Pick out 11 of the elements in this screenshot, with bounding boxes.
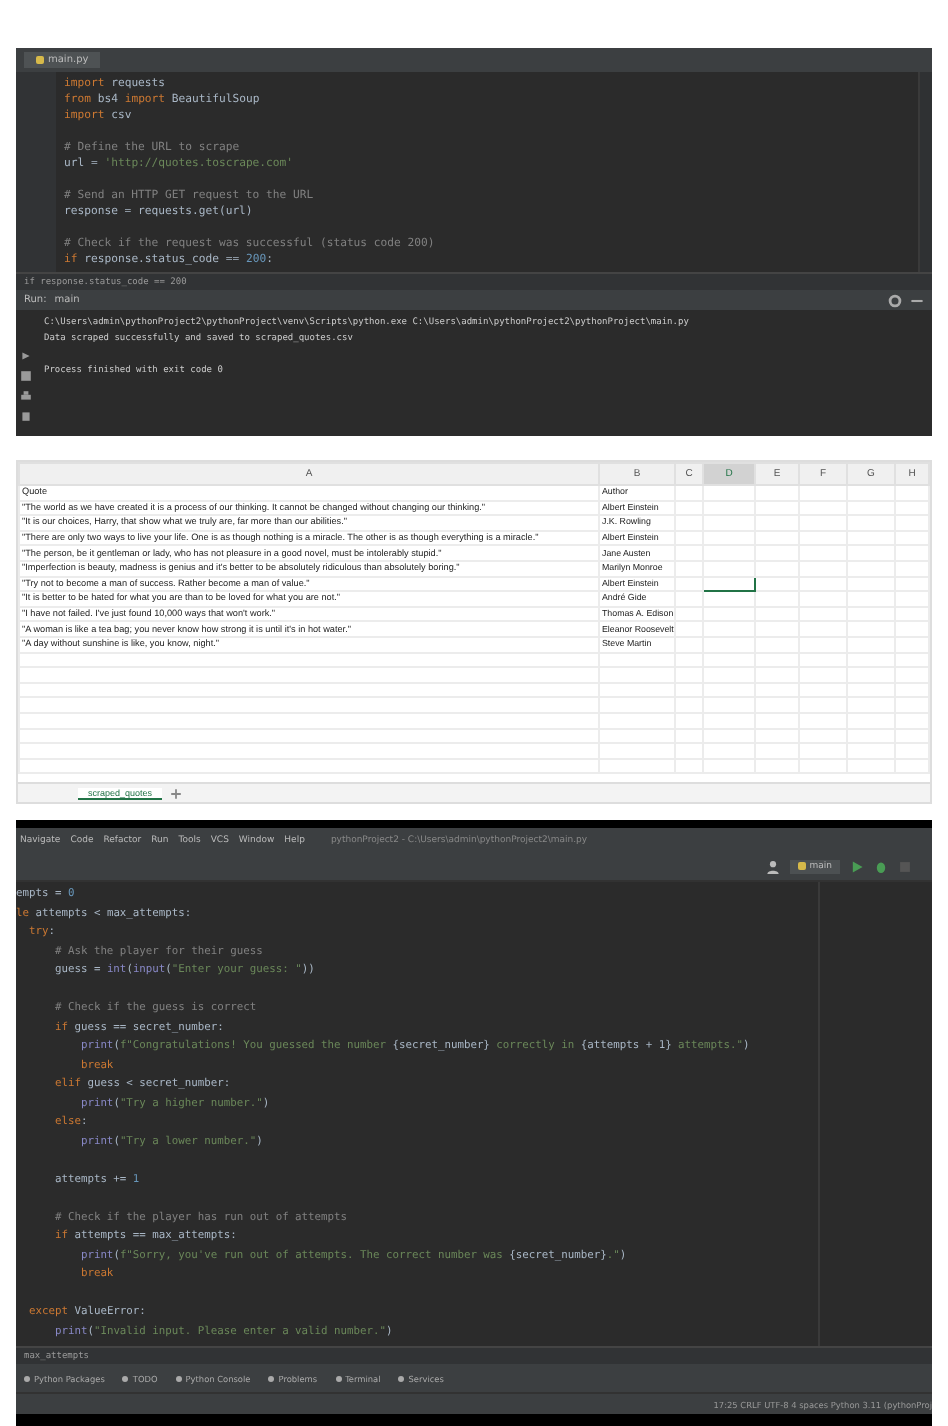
- print-icon[interactable]: [20, 390, 32, 402]
- run-icon[interactable]: [850, 859, 864, 873]
- rerun-icon[interactable]: [20, 350, 32, 362]
- stop-icon[interactable]: [20, 370, 32, 382]
- scrollbar[interactable]: [918, 72, 932, 272]
- user-icon[interactable]: [765, 859, 780, 873]
- trash-icon[interactable]: [20, 410, 32, 422]
- selected-cell[interactable]: [703, 576, 755, 592]
- debug-icon[interactable]: [874, 859, 888, 873]
- settings-icon[interactable]: [888, 293, 902, 307]
- add-sheet-icon[interactable]: [170, 787, 183, 799]
